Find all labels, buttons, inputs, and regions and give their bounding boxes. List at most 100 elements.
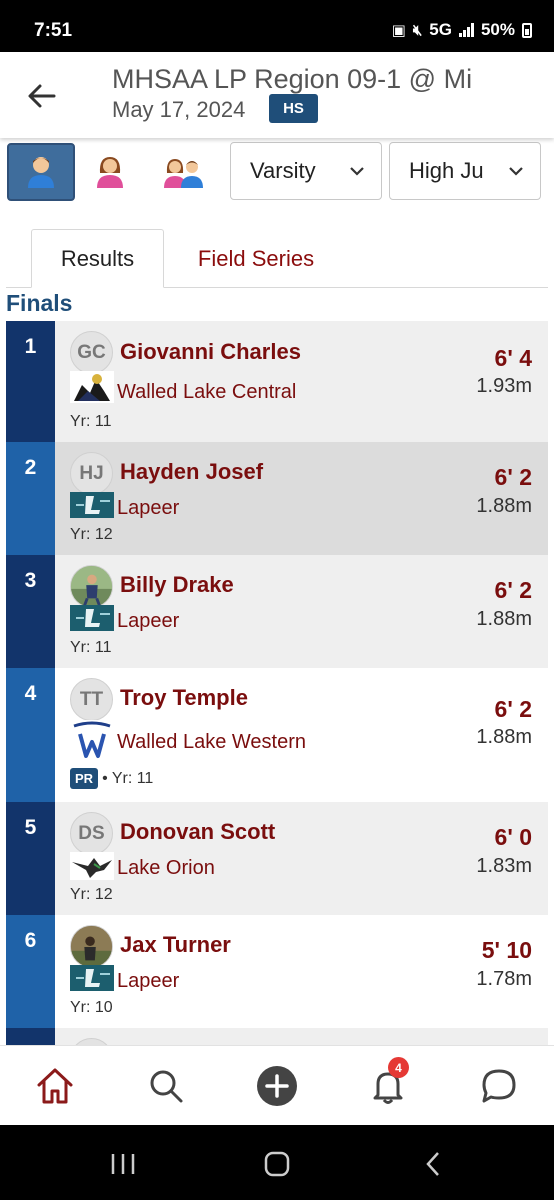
place-number: 6 — [6, 915, 55, 1028]
team-name[interactable]: Lapeer — [117, 610, 179, 633]
place-number: 1 — [6, 321, 55, 442]
result-row[interactable]: 1 GC Giovanni Charles Walled Lake Centra… — [6, 321, 548, 442]
team-name[interactable]: Walled Lake Western — [117, 731, 306, 754]
result-row[interactable]: 3 Billy Drake Lapeer Yr: 11 6' 2 1.88m — [6, 555, 548, 668]
status-bar: 7:51 ▣ 🔇︎ 5G 50% — [0, 0, 554, 52]
search-icon[interactable] — [144, 1064, 188, 1108]
group-icon — [164, 159, 203, 188]
division-select[interactable]: Varsity — [230, 142, 382, 200]
group-filter-button[interactable] — [150, 143, 218, 201]
athlete-name[interactable]: Hayden Josef — [120, 459, 263, 485]
avatar-initials: TT — [79, 688, 104, 710]
filter-bar: Varsity High Ju — [0, 138, 554, 208]
team-logo-icon — [70, 371, 114, 403]
avatar: HJ — [70, 452, 113, 495]
signal-icon — [458, 23, 474, 37]
battery-icon — [522, 22, 532, 38]
mark-imperial: 6' 0 — [494, 824, 532, 850]
back-arrow-icon[interactable] — [24, 78, 60, 114]
athlete-meta: Yr: 12 — [70, 886, 113, 904]
athlete-name[interactable]: Jax Turner — [120, 932, 231, 958]
athlete-name[interactable]: Billy Drake — [120, 572, 234, 598]
mark-imperial: 6' 2 — [494, 464, 532, 490]
tab-field-series[interactable]: Field Series — [176, 229, 336, 288]
avatar: TT — [70, 678, 113, 721]
athlete-meta: Yr: 12 — [70, 526, 113, 544]
notifications-button[interactable]: 4 — [366, 1057, 410, 1108]
mark-metric: 1.88m — [476, 495, 532, 517]
battery-label: 50% — [480, 20, 515, 39]
team-logo-icon — [70, 492, 114, 518]
results-tabs: Results Field Series — [6, 229, 548, 288]
athlete-year: Yr: 12 — [70, 886, 113, 903]
result-row[interactable]: 6 Jax Turner Lapeer Yr: 10 5' 10 1.78m — [6, 915, 548, 1028]
avatar-initials: DS — [78, 822, 105, 844]
mark-imperial: 6' 2 — [494, 696, 532, 722]
male-icon — [28, 157, 54, 188]
athlete-name[interactable]: Donovan Scott — [120, 819, 275, 845]
result-row[interactable]: 2 HJ Hayden Josef Lapeer Yr: 12 6' 2 1.8… — [6, 442, 548, 555]
team-name[interactable]: Lapeer — [117, 970, 179, 993]
status-icons: ▣ 🔇︎ 5G 50% — [392, 20, 532, 40]
chevron-down-icon — [350, 167, 364, 176]
status-time: 7:51 — [34, 20, 73, 41]
back-system-icon[interactable] — [423, 1151, 443, 1177]
place-number: 4 — [6, 668, 55, 802]
female-filter-button[interactable] — [76, 143, 144, 201]
place-number: 5 — [6, 802, 55, 915]
result-row-partial[interactable] — [6, 1028, 548, 1045]
mark-metric: 1.83m — [476, 855, 532, 877]
athlete-meta: PR • Yr: 11 — [70, 768, 153, 789]
add-icon[interactable] — [255, 1064, 299, 1108]
athlete-name[interactable]: Giovanni Charles — [120, 339, 301, 365]
mark-metric: 1.88m — [476, 608, 532, 630]
avatar-photo — [70, 925, 113, 968]
female-icon — [97, 157, 123, 188]
avatar-photo — [70, 565, 113, 608]
home-system-icon[interactable] — [263, 1150, 291, 1178]
athlete-meta: Yr: 11 — [70, 413, 112, 431]
notification-count-badge: 4 — [388, 1057, 409, 1078]
results-list: 1 GC Giovanni Charles Walled Lake Centra… — [6, 321, 548, 1045]
result-row[interactable]: 5 DS Donovan Scott Lake Orion Yr: 12 6' … — [6, 802, 548, 915]
division-value: Varsity — [250, 158, 316, 183]
system-nav-bar — [0, 1125, 554, 1200]
mark-metric: 1.78m — [476, 968, 532, 990]
athlete-year: Yr: 11 — [70, 413, 112, 430]
recents-icon[interactable] — [109, 1152, 137, 1176]
male-filter-button[interactable] — [7, 143, 75, 201]
mark-metric: 1.93m — [476, 375, 532, 397]
athlete-year: Yr: 10 — [70, 999, 113, 1016]
event-value: High Ju — [409, 158, 484, 183]
team-name[interactable]: Lapeer — [117, 497, 179, 520]
home-icon[interactable] — [33, 1064, 77, 1108]
athlete-photo-icon — [71, 566, 112, 607]
section-title: Finals — [6, 290, 73, 316]
athlete-name[interactable]: Troy Temple — [120, 685, 248, 711]
result-row[interactable]: 4 TT Troy Temple Walled Lake Western PR … — [6, 668, 548, 802]
team-name[interactable]: Lake Orion — [117, 857, 215, 880]
athlete-year: Yr: 12 — [70, 526, 113, 543]
avatar: DS — [70, 812, 113, 855]
bottom-nav: 4 — [0, 1045, 554, 1125]
athlete-meta: Yr: 11 — [70, 639, 112, 657]
chat-icon[interactable] — [477, 1064, 521, 1108]
team-logo-icon — [70, 605, 114, 631]
event-select[interactable]: High Ju — [389, 142, 541, 200]
team-name[interactable]: Walled Lake Central — [117, 381, 296, 404]
level-badge: HS — [269, 94, 318, 123]
tab-results[interactable]: Results — [31, 229, 164, 288]
mark-imperial: 6' 2 — [494, 577, 532, 603]
mute-icon: 🔇︎ — [412, 21, 423, 39]
mark-imperial: 5' 10 — [481, 937, 532, 963]
mark-imperial: 6' 4 — [494, 345, 532, 371]
athlete-photo-icon — [71, 926, 112, 967]
athlete-year: Yr: 11 — [70, 639, 112, 656]
team-logo-icon — [70, 852, 114, 880]
chevron-down-icon — [509, 167, 523, 176]
avatar: GC — [70, 331, 113, 374]
avatar — [70, 1038, 113, 1045]
mark-metric: 1.88m — [476, 726, 532, 748]
app-header: MHSAA LP Region 09-1 @ Mi May 17, 2024 H… — [0, 52, 554, 138]
pr-badge: PR — [70, 768, 99, 789]
